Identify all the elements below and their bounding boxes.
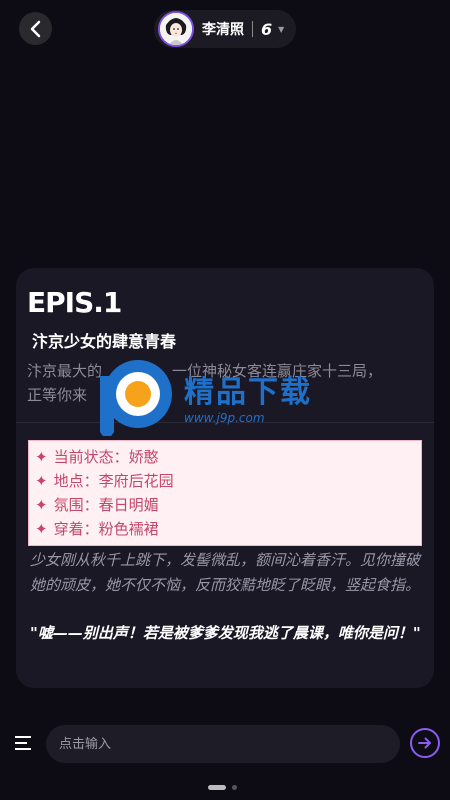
back-button[interactable] xyxy=(19,12,52,45)
character-portrait-icon xyxy=(160,13,192,45)
chevron-left-icon xyxy=(30,20,40,37)
status-value: 粉色襦裙 xyxy=(98,520,159,538)
status-label: 氛围： xyxy=(53,496,99,514)
episode-subtitle: 汴京少女的肆意青春 xyxy=(32,332,177,351)
status-value: 春日明媚 xyxy=(98,496,159,514)
caret-down-icon: ▼ xyxy=(278,24,285,34)
chat-input[interactable] xyxy=(46,725,400,763)
status-label: 穿着： xyxy=(53,520,99,538)
watermark-logo-icon xyxy=(98,356,176,442)
status-label: 地点： xyxy=(53,472,99,490)
status-box: ✦ 当前状态： 娇憨 ✦ 地点： 李府后花园 ✦ 氛围： 春日明媚 ✦ 穿着： 粉色襦裙 xyxy=(28,440,422,546)
episode-card: EPIS.1 汴京少女的肆意青春 汴京最大的 一位神秘女客连赢庄家十三局， 正等你… xyxy=(16,268,434,688)
sparkle-icon: ✦ xyxy=(35,472,48,490)
watermark-title: 精品下载 xyxy=(184,375,312,410)
page-indicator xyxy=(208,784,248,790)
status-line: ✦ 地点： 李府后花园 xyxy=(35,469,415,493)
status-value: 李府后花园 xyxy=(98,472,174,490)
sparkle-icon: ✦ xyxy=(35,520,48,538)
description-part-3: 正等你来 xyxy=(27,386,88,404)
avatar xyxy=(158,11,194,47)
arrow-right-icon xyxy=(418,737,431,749)
episode-title: EPIS.1 xyxy=(27,286,122,319)
pill-divider xyxy=(252,21,253,37)
page-dot-active xyxy=(208,784,226,790)
character-pill[interactable]: 李清照 6 ▼ xyxy=(154,10,296,48)
menu-button[interactable] xyxy=(14,734,34,752)
sparkle-icon: ✦ xyxy=(35,496,48,514)
status-line: ✦ 氛围： 春日明媚 xyxy=(35,493,415,517)
menu-icon xyxy=(15,736,31,750)
watermark-text: 精品下载 www.j9p.com xyxy=(184,367,312,425)
page-dot xyxy=(232,784,237,790)
send-button[interactable] xyxy=(410,728,440,758)
status-line: ✦ 穿着： 粉色襦裙 xyxy=(35,517,415,541)
status-label: 当前状态： xyxy=(53,448,129,466)
description-part-1: 汴京最大的 xyxy=(27,362,103,380)
status-line: ✦ 当前状态： 娇憨 xyxy=(35,445,415,469)
bottom-bar xyxy=(0,722,450,766)
sparkle-icon: ✦ xyxy=(35,448,48,466)
watermark-url: www.j9p.com xyxy=(184,411,265,425)
dialogue-text: "嘘——别出声！若是被爹爹发现我逃了晨课，唯你是问！" xyxy=(30,624,421,642)
character-name: 李清照 xyxy=(202,22,244,38)
level-badge: 6 xyxy=(261,19,273,39)
narration-text: 少女刚从秋千上跳下，发髻微乱，额间沁着香汗。见你撞破她的顽皮，她不仅不恼，反而狡… xyxy=(30,551,421,594)
status-value: 娇憨 xyxy=(128,448,159,466)
watermark: 精品下载 www.j9p.com xyxy=(98,356,358,442)
